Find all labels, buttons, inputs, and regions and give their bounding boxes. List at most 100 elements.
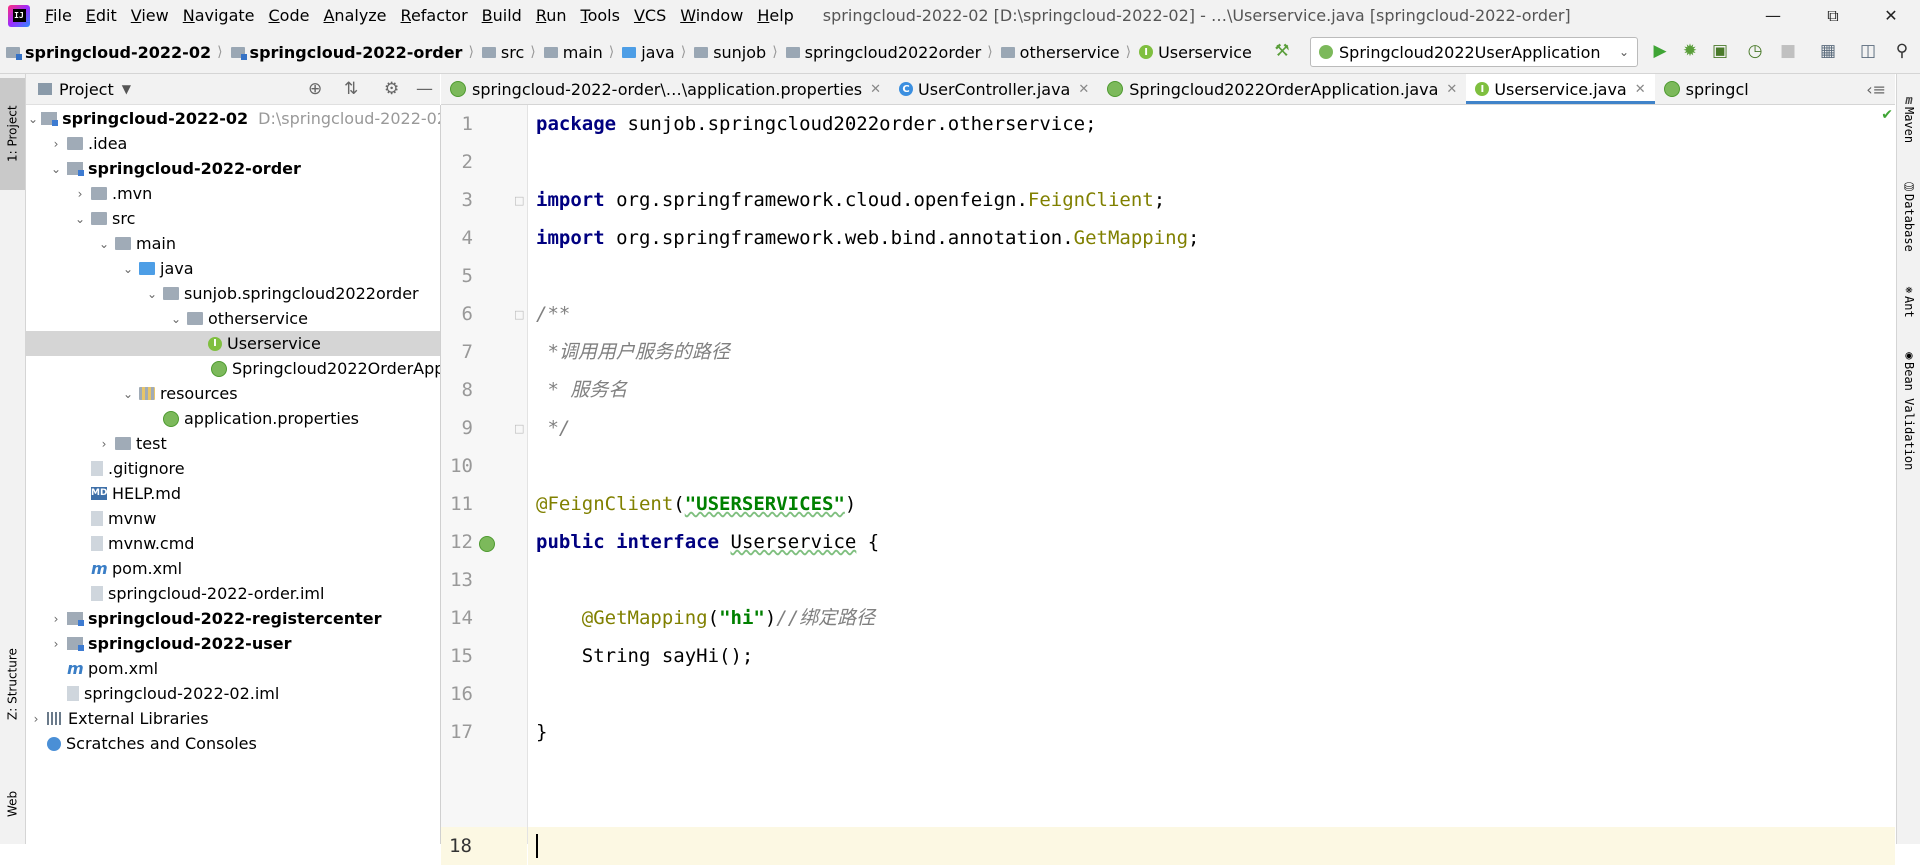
menu-analyze[interactable]: Analyze: [316, 0, 393, 31]
chevron-down-icon[interactable]: ⌄: [72, 212, 88, 226]
tree-item[interactable]: springcloud-2022-order.iml: [26, 581, 440, 606]
tree-item[interactable]: ⌄ otherservice: [26, 306, 440, 331]
chevron-right-icon[interactable]: ›: [28, 712, 44, 726]
tree-item[interactable]: › .mvn: [26, 181, 440, 206]
chevron-right-icon[interactable]: ›: [48, 612, 64, 626]
close-icon[interactable]: ✕: [1446, 82, 1457, 97]
debug-icon[interactable]: ✹: [1680, 41, 1700, 61]
tree-item[interactable]: › springcloud-2022-registercenter: [26, 606, 440, 631]
chevron-down-icon[interactable]: ⌄: [96, 237, 112, 251]
maven-tool-tab[interactable]: m Maven: [1897, 78, 1920, 158]
collapse-all-icon[interactable]: ⇅: [344, 79, 358, 99]
tree-item[interactable]: ⌄ src: [26, 206, 440, 231]
hide-panel-icon[interactable]: —: [416, 79, 433, 99]
chevron-down-icon[interactable]: ⌄: [120, 262, 136, 276]
breadcrumb-module[interactable]: springcloud-2022-order: [230, 43, 462, 62]
chevron-right-icon[interactable]: ›: [48, 137, 64, 151]
chevron-right-icon[interactable]: ›: [96, 437, 112, 451]
tree-item[interactable]: ⌄ sunjob.springcloud2022order: [26, 281, 440, 306]
structure-tool-tab[interactable]: Z: Structure: [0, 634, 25, 734]
breadcrumb-java[interactable]: java: [622, 43, 675, 62]
chevron-right-icon[interactable]: ›: [72, 187, 88, 201]
tree-item[interactable]: › springcloud-2022-user: [26, 631, 440, 656]
chevron-down-icon[interactable]: ⌄: [144, 287, 160, 301]
tree-item[interactable]: mvnw.cmd: [26, 531, 440, 556]
chevron-down-icon[interactable]: ⌄: [28, 112, 38, 126]
breadcrumb-springcloud2022order[interactable]: springcloud2022order: [785, 43, 981, 62]
database-tool-tab[interactable]: ⛁ Database: [1897, 166, 1920, 266]
terminal-icon[interactable]: ◫: [1858, 41, 1878, 61]
close-icon[interactable]: ✕: [1078, 82, 1089, 97]
tree-item[interactable]: mvnw: [26, 506, 440, 531]
tree-item[interactable]: springcloud-2022-02.iml: [26, 681, 440, 706]
menu-refactor[interactable]: Refactor: [394, 0, 475, 31]
breadcrumb-sunjob[interactable]: sunjob: [694, 43, 766, 62]
tree-item[interactable]: ⌄ java: [26, 256, 440, 281]
breadcrumb-otherservice[interactable]: otherservice: [1000, 43, 1120, 62]
tab-orderapplication[interactable]: Springcloud2022OrderApplication.java ✕: [1098, 74, 1466, 104]
menu-edit[interactable]: Edit: [79, 0, 124, 31]
breadcrumb-project[interactable]: springcloud-2022-02: [6, 43, 211, 62]
menu-run[interactable]: Run: [529, 0, 574, 31]
search-icon[interactable]: ⚲: [1892, 41, 1912, 61]
tree-item[interactable]: Scratches and Consoles: [26, 731, 440, 756]
tree-item-selected[interactable]: I Userservice: [26, 331, 440, 356]
restore-icon[interactable]: ⧉: [1810, 0, 1856, 31]
menu-navigate[interactable]: Navigate: [176, 0, 262, 31]
checkmark-icon[interactable]: ✔: [1881, 107, 1893, 123]
ant-tool-tab[interactable]: ❋ Ant: [1897, 270, 1920, 330]
project-tool-tab[interactable]: 1: Project: [0, 78, 25, 190]
profile-icon[interactable]: ◷: [1745, 41, 1765, 61]
tab-userservice[interactable]: I Userservice.java ✕: [1466, 74, 1655, 104]
tree-item[interactable]: ⌄ main: [26, 231, 440, 256]
chevron-down-icon[interactable]: ▼: [122, 82, 131, 96]
spring-bean-gutter-icon[interactable]: [479, 536, 495, 552]
project-panel-title[interactable]: Project: [59, 80, 114, 99]
breadcrumb-main[interactable]: main: [543, 43, 603, 62]
tree-item[interactable]: MD HELP.md: [26, 481, 440, 506]
menu-view[interactable]: View: [124, 0, 176, 31]
stop-icon[interactable]: ■: [1778, 41, 1798, 61]
tree-item[interactable]: application.properties: [26, 406, 440, 431]
build-hammer-icon[interactable]: ⚒: [1272, 41, 1292, 61]
breadcrumb-src[interactable]: src: [481, 43, 524, 62]
run-icon[interactable]: ▶: [1650, 41, 1670, 61]
tree-item[interactable]: ⌄ springcloud-2022-02 D:\springcloud-2022-…: [26, 106, 440, 131]
tab-usercontroller[interactable]: C UserController.java ✕: [890, 74, 1098, 104]
tree-item[interactable]: m pom.xml: [26, 656, 440, 681]
tree-item[interactable]: ⌄ springcloud-2022-order: [26, 156, 440, 181]
tree-item[interactable]: › External Libraries: [26, 706, 440, 731]
tab-overflow-icon[interactable]: ‹≡: [1857, 74, 1895, 104]
tab-springcl[interactable]: springcl: [1655, 74, 1758, 104]
close-icon[interactable]: ✕: [1868, 0, 1914, 31]
menu-help[interactable]: Help: [750, 0, 800, 31]
coverage-icon[interactable]: ▣: [1710, 41, 1730, 61]
code-editor[interactable]: ✔ package sunjob.springcloud2022order.ot…: [528, 105, 1895, 865]
gear-icon[interactable]: ⚙: [384, 79, 399, 99]
menu-vcs[interactable]: VCS: [627, 0, 673, 31]
run-configuration-select[interactable]: Springcloud2022UserApplication ⌄: [1310, 37, 1638, 67]
chevron-right-icon[interactable]: ›: [48, 637, 64, 651]
close-icon[interactable]: ✕: [1635, 82, 1646, 97]
menu-build[interactable]: Build: [475, 0, 529, 31]
tree-item[interactable]: Springcloud2022OrderApplication: [26, 356, 440, 381]
chevron-down-icon[interactable]: ⌄: [168, 312, 184, 326]
menu-file[interactable]: File: [38, 0, 79, 31]
tree-item[interactable]: ⌄ resources: [26, 381, 440, 406]
tree-item[interactable]: m pom.xml: [26, 556, 440, 581]
close-icon[interactable]: ✕: [870, 82, 881, 97]
tab-application-properties[interactable]: springcloud-2022-order\…\application.pro…: [441, 74, 890, 104]
fold-icon[interactable]: □: [514, 194, 524, 207]
minimize-icon[interactable]: —: [1750, 0, 1796, 31]
tree-item[interactable]: › .idea: [26, 131, 440, 156]
fold-icon[interactable]: □: [514, 308, 524, 321]
menu-code[interactable]: Code: [262, 0, 317, 31]
menu-tools[interactable]: Tools: [574, 0, 627, 31]
tree-item[interactable]: › test: [26, 431, 440, 456]
web-tool-tab[interactable]: Web: [0, 774, 25, 834]
project-structure-icon[interactable]: ▦: [1818, 41, 1838, 61]
locate-icon[interactable]: ⊕: [308, 79, 322, 99]
breadcrumb-userservice[interactable]: I Userservice: [1139, 43, 1252, 62]
menu-window[interactable]: Window: [673, 0, 750, 31]
tree-item[interactable]: .gitignore: [26, 456, 440, 481]
